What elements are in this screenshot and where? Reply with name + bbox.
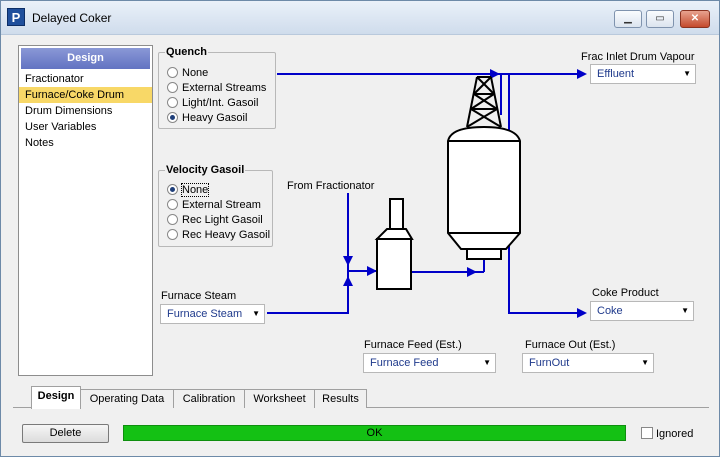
tab-results[interactable]: Results: [314, 389, 367, 408]
delete-button[interactable]: Delete: [22, 424, 109, 443]
tab-calibration[interactable]: Calibration: [173, 389, 245, 408]
furnace-out-select[interactable]: FurnOut ▼: [522, 353, 654, 373]
coke-select[interactable]: Coke ▼: [590, 301, 694, 321]
delayed-coker-window: P Delayed Coker ▁ ▭ ✕ Design Fractionato…: [0, 0, 720, 457]
furnace-icon: [374, 198, 414, 290]
frac-inlet-label: Frac Inlet Drum Vapour: [581, 51, 695, 63]
stream-lines: [267, 73, 579, 314]
tab-design[interactable]: Design: [31, 386, 81, 409]
ignored-label: Ignored: [656, 428, 694, 440]
furnace-steam-label: Furnace Steam: [161, 290, 237, 302]
arrow-to-furnace-icon: [367, 266, 377, 276]
arrow-to-coke-icon: [577, 308, 587, 318]
chevron-down-icon: ▼: [683, 69, 691, 78]
tab-worksheet[interactable]: Worksheet: [244, 389, 315, 408]
arrow-to-effluent-icon: [577, 69, 587, 79]
arrow-up-icon: [343, 276, 353, 286]
ignored-checkbox[interactable]: Ignored: [641, 427, 693, 441]
furnace-out-label: Furnace Out (Est.): [525, 339, 616, 351]
arrow-to-drum-bottom-icon: [467, 267, 477, 277]
furnace-feed-label: Furnace Feed (Est.): [364, 339, 462, 351]
chevron-down-icon: ▼: [641, 358, 649, 367]
from-fractionator-label: From Fractionator: [287, 180, 375, 192]
arrow-down-icon: [343, 256, 353, 266]
furnace-steam-select[interactable]: Furnace Steam ▼: [160, 304, 265, 324]
tab-bar: Design Operating Data Calibration Worksh…: [13, 386, 709, 409]
coke-product-label: Coke Product: [592, 287, 659, 299]
chevron-down-icon: ▼: [681, 306, 689, 315]
checkbox-icon: [641, 427, 653, 439]
chevron-down-icon: ▼: [483, 358, 491, 367]
status-bar: OK: [123, 425, 626, 441]
furnace-feed-select[interactable]: Furnace Feed ▼: [363, 353, 496, 373]
tab-operating-data[interactable]: Operating Data: [80, 389, 174, 408]
chevron-down-icon: ▼: [252, 309, 260, 318]
effluent-select[interactable]: Effluent ▼: [590, 64, 696, 84]
